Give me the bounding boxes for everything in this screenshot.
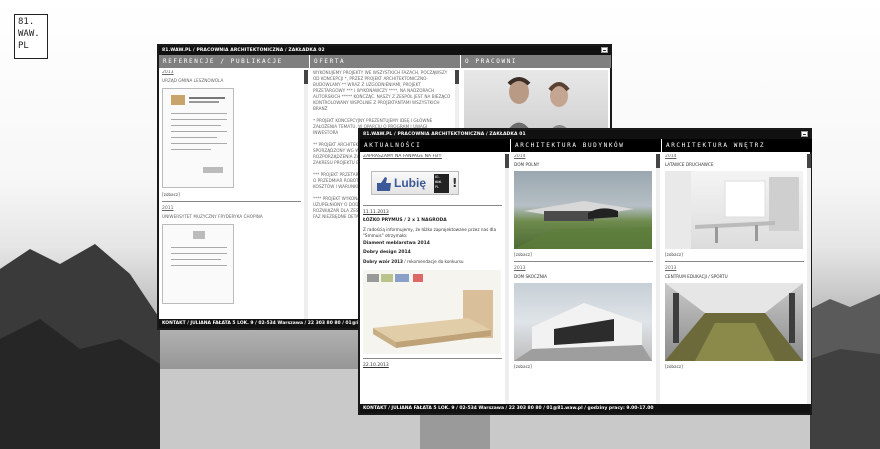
- see-more-link[interactable]: [zobacz]: [162, 192, 301, 197]
- logo-line: PL: [18, 41, 29, 51]
- scrollbar-thumb[interactable]: [455, 70, 459, 84]
- award-item-with-note: Dobry wzór 2013 / rekomendacje do konkur…: [363, 259, 502, 265]
- see-more-link[interactable]: [zobacz]: [514, 252, 653, 257]
- exclamation-icon: !: [452, 176, 458, 190]
- divider: [162, 201, 301, 202]
- interior-image: [665, 283, 803, 361]
- fanpage-logo: 81. WAW. PL: [434, 174, 449, 193]
- project-year-link[interactable]: 2014: [665, 154, 804, 159]
- thumbs-up-icon: [377, 177, 391, 191]
- window-title-bar[interactable]: 81.WAW.PL / PRACOWNIA ARCHITEKTONICZNA /…: [360, 130, 810, 139]
- award-note: / rekomendacje do konkursu: [402, 259, 464, 264]
- window-title: 81.WAW.PL / PRACOWNIA ARCHITEKTONICZNA /…: [363, 132, 526, 137]
- logo-line: 81.: [18, 17, 35, 27]
- column-heading: ARCHITEKTURA BUDYNKÓW: [511, 139, 661, 152]
- reference-document-thumbnail[interactable]: [162, 88, 234, 188]
- see-more-link[interactable]: [zobacz]: [514, 364, 653, 369]
- document-icon: [171, 95, 227, 173]
- scrollbar-thumb[interactable]: [656, 154, 660, 168]
- column-interiors: ARCHITEKTURA WNĘTRZ 2014 LATAWCE DRUCHAW…: [662, 139, 812, 404]
- post-date-link[interactable]: 11.11.2013: [363, 210, 502, 215]
- award-title: Dobry wzór 2013: [363, 259, 403, 264]
- scrollbar[interactable]: [656, 154, 660, 404]
- project-title: LATAWCE DRUCHAWCE: [665, 162, 714, 167]
- year-link[interactable]: 2011: [162, 206, 301, 211]
- project-year-link[interactable]: 2013: [514, 266, 653, 271]
- column-heading: REFERENCJE / PUBLIKACJE: [159, 55, 309, 68]
- column-heading: ARCHITEKTURA WNĘTRZ: [662, 139, 812, 152]
- scrollbar[interactable]: [505, 154, 509, 404]
- like-label: Lubię: [394, 176, 426, 190]
- column-buildings: ARCHITEKTURA BUDYNKÓW 2014 DOM POLNY [zo…: [511, 139, 661, 404]
- bed-product-image[interactable]: [363, 269, 501, 354]
- see-more-link[interactable]: [zobacz]: [665, 364, 804, 369]
- divider: [665, 261, 804, 262]
- project-image[interactable]: [665, 283, 803, 361]
- column-body: 2014 LATAWCE DRUCHAWCE [zobacz] 2013 CEN…: [665, 154, 804, 404]
- scrollbar-thumb[interactable]: [304, 70, 308, 84]
- post-title: ŁÓŻKO PRYMUS / 2 x 1 NAGRODA: [363, 218, 447, 223]
- project-title: CENTRUM EDUKACJI / SPORTU: [665, 274, 728, 279]
- bed-image: [367, 273, 493, 348]
- facebook-like-button[interactable]: Lubię 81. WAW. PL !: [371, 171, 459, 195]
- document-icon: [171, 231, 227, 266]
- scrollbar[interactable]: [807, 154, 811, 404]
- divider: [363, 205, 502, 206]
- project-image[interactable]: [665, 171, 803, 249]
- column-body: 2013 URZĄD GMINA LESZNOWOLA [zobacz] 201…: [162, 70, 301, 319]
- reference-document-thumbnail[interactable]: [162, 224, 234, 304]
- project-image[interactable]: [514, 283, 652, 361]
- column-body: 2014 DOM POLNY [zobacz] 2013 DOM SKOCZNI…: [514, 154, 653, 404]
- project-year-link[interactable]: 2013: [665, 266, 804, 271]
- divider: [363, 357, 502, 359]
- offer-paragraph: WYKONUJEMY PROJEKTY WE WSZYSTKICH FAZACH…: [313, 70, 451, 111]
- project-title: DOM SKOCZNIA: [514, 274, 547, 279]
- award-item: Diament meblarstwa 2014: [363, 241, 430, 246]
- award-item: Dobry design 2014: [363, 250, 411, 255]
- column-news: AKTUALNOŚCI ZAPRASZAMY NA FANPAGE NA FB!…: [360, 139, 510, 404]
- house-image: [514, 201, 652, 249]
- post-text: Z radością informujemy, że łóżko zaproje…: [363, 227, 497, 238]
- post-date-link[interactable]: 22.10.2013: [363, 363, 502, 368]
- project-title: DOM POLNY: [514, 162, 540, 167]
- window-footer: KONTAKT / JULIANA FAŁATA 5 LOK. 9 / 02-5…: [360, 404, 810, 413]
- window-title: 81.WAW.PL / PRACOWNIA ARCHITEKTONICZNA /…: [162, 48, 325, 53]
- scrollbar-thumb[interactable]: [807, 154, 811, 168]
- project-year-link[interactable]: 2014: [514, 154, 653, 159]
- reference-title: UNIWERSYTET MUZYCZNY FRYDERYKA CHOPINA: [162, 214, 263, 219]
- column-references: REFERENCJE / PUBLIKACJE 2013 URZĄD GMINA…: [159, 55, 309, 319]
- column-heading: AKTUALNOŚCI: [360, 139, 510, 152]
- logo-line: WAW.: [18, 29, 40, 39]
- project-image[interactable]: [514, 171, 652, 249]
- facebook-invite-link[interactable]: ZAPRASZAMY NA FANPAGE NA FB!!: [363, 154, 502, 159]
- column-heading: OFERTA: [310, 55, 460, 68]
- reference-title: URZĄD GMINA LESZNOWOLA: [162, 78, 224, 83]
- minimize-icon[interactable]: [801, 131, 808, 137]
- divider: [514, 261, 653, 262]
- scrollbar-thumb[interactable]: [505, 154, 509, 168]
- scrollbar[interactable]: [304, 70, 308, 319]
- interior-image: [665, 171, 799, 249]
- column-heading: O PRACOWNI: [461, 55, 611, 68]
- minimize-icon[interactable]: [601, 47, 608, 53]
- site-logo[interactable]: 81. WAW. PL: [14, 14, 48, 59]
- house-image: [514, 303, 652, 361]
- see-more-link[interactable]: [zobacz]: [665, 252, 804, 257]
- window-tab-01[interactable]: 81.WAW.PL / PRACOWNIA ARCHITEKTONICZNA /…: [358, 128, 812, 415]
- year-link[interactable]: 2013: [162, 70, 301, 75]
- window-title-bar[interactable]: 81.WAW.PL / PRACOWNIA ARCHITEKTONICZNA /…: [159, 46, 610, 55]
- column-body: ZAPRASZAMY NA FANPAGE NA FB!! Lubię 81. …: [363, 154, 502, 404]
